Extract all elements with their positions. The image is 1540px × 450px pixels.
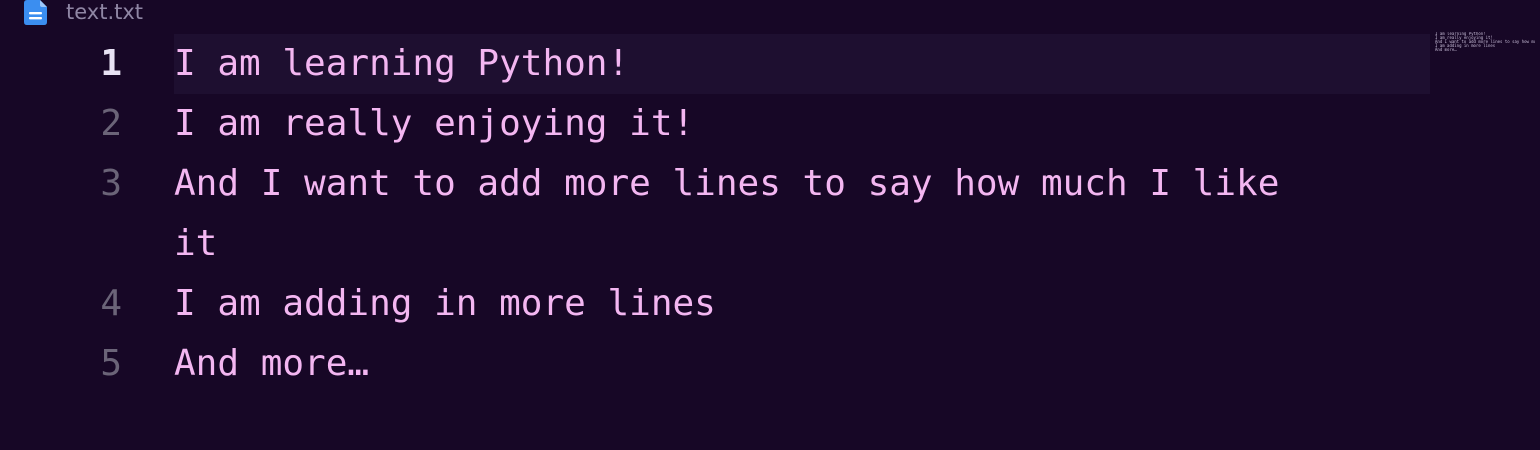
line-number: 1 — [100, 43, 122, 84]
line-text[interactable]: And more… — [174, 334, 1289, 394]
tab-title: text.txt — [66, 0, 144, 24]
file-text-icon — [24, 0, 50, 28]
line-text[interactable]: I am adding in more lines — [174, 274, 1289, 334]
minimap-line: And more… — [1435, 47, 1457, 52]
line-number: 2 — [100, 103, 122, 144]
file-tab[interactable]: text.txt — [24, 0, 143, 28]
code-editor[interactable]: 1 I am learning Python! 2 I am really en… — [0, 34, 1430, 394]
line-text[interactable]: And I want to add more lines to say how … — [174, 154, 1289, 274]
editor-line[interactable]: 4 I am adding in more lines — [0, 274, 1430, 334]
line-number: 5 — [100, 343, 122, 384]
editor-line[interactable]: 2 I am really enjoying it! — [0, 94, 1430, 154]
line-number: 4 — [100, 283, 122, 324]
line-number: 3 — [100, 163, 122, 204]
editor-line[interactable]: 5 And more… — [0, 334, 1430, 394]
line-text[interactable]: I am learning Python! — [174, 34, 1289, 94]
line-text[interactable]: I am really enjoying it! — [174, 94, 1289, 154]
editor-line[interactable]: 1 I am learning Python! — [100, 34, 1430, 94]
minimap[interactable]: I am learning Python! I am really enjoyi… — [1435, 32, 1535, 52]
editor-line[interactable]: 3 And I want to add more lines to say ho… — [0, 154, 1430, 274]
